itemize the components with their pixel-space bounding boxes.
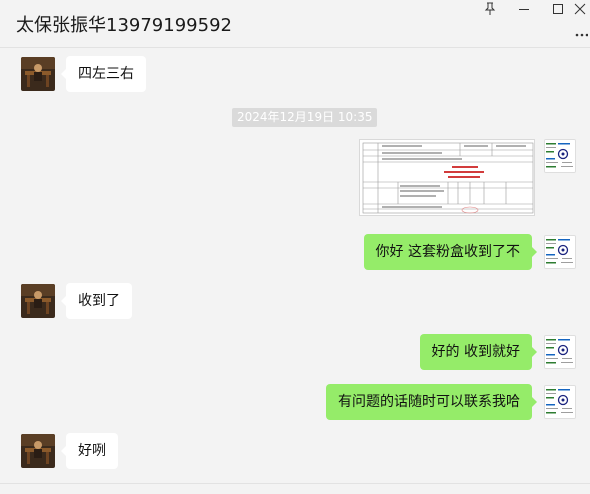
message-bubble-outgoing[interactable]: 有问题的话随时可以联系我哈 [326, 384, 537, 420]
message-bubble-incoming[interactable]: 收到了 [61, 283, 132, 319]
more-icon[interactable] [574, 26, 589, 40]
close-icon[interactable] [570, 0, 590, 18]
input-divider [0, 483, 590, 484]
message-bubble-incoming[interactable]: 好咧 [61, 433, 118, 469]
message-bubble-incoming[interactable]: 四左三右 [61, 56, 146, 92]
message-timestamp: 2024年12月19日 10:35 [232, 108, 378, 127]
maximize-icon[interactable] [543, 0, 573, 18]
contact-avatar[interactable] [21, 57, 55, 91]
my-avatar[interactable] [544, 139, 576, 173]
minimize-icon[interactable] [509, 0, 539, 18]
pin-icon[interactable] [475, 0, 505, 18]
contact-avatar[interactable] [21, 284, 55, 318]
chat-title: 太保张振华13979199592 [16, 15, 232, 36]
chat-history[interactable]: 四左三右 2024年12月19日 10:35 你好 这套粉盒收到了不 收到了 好… [0, 48, 590, 494]
message-bubble-outgoing[interactable]: 你好 这套粉盒收到了不 [363, 234, 538, 270]
my-avatar[interactable] [544, 385, 576, 419]
title-bar: 太保张振华13979199592 [0, 0, 590, 48]
contact-avatar[interactable] [21, 434, 55, 468]
message-bubble-outgoing[interactable]: 好的 收到就好 [419, 334, 538, 370]
document-image[interactable] [359, 139, 535, 216]
my-avatar[interactable] [544, 335, 576, 369]
my-avatar[interactable] [544, 235, 576, 269]
